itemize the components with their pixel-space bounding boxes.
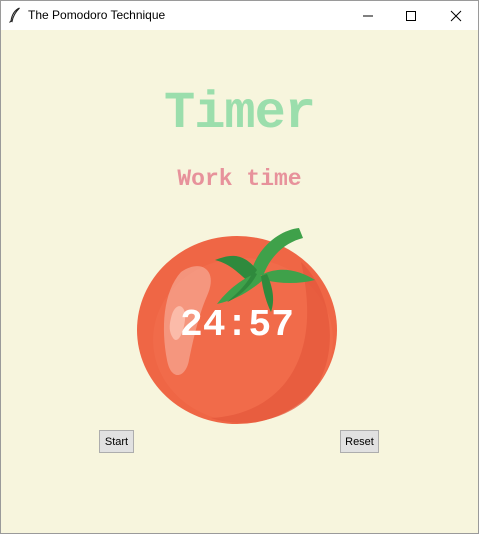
session-status-label: Work time xyxy=(177,166,302,192)
minimize-button[interactable] xyxy=(345,1,390,30)
title-bar[interactable]: The Pomodoro Technique xyxy=(1,1,478,30)
reset-button[interactable]: Reset xyxy=(340,430,379,453)
close-button[interactable] xyxy=(433,1,478,30)
close-icon xyxy=(450,10,461,21)
maximize-button[interactable] xyxy=(388,1,433,30)
window-title: The Pomodoro Technique xyxy=(28,8,166,22)
maximize-icon xyxy=(405,10,416,21)
feather-icon xyxy=(9,7,20,23)
countdown-display: 24:57 xyxy=(179,304,295,347)
timer-heading: Timer xyxy=(163,84,316,143)
minimize-icon xyxy=(362,15,373,16)
app-window: The Pomodoro Technique Timer Work time 2… xyxy=(0,0,479,534)
start-button[interactable]: Start xyxy=(99,430,134,453)
app-content: Timer Work time 24:57 Start Reset xyxy=(1,30,478,533)
